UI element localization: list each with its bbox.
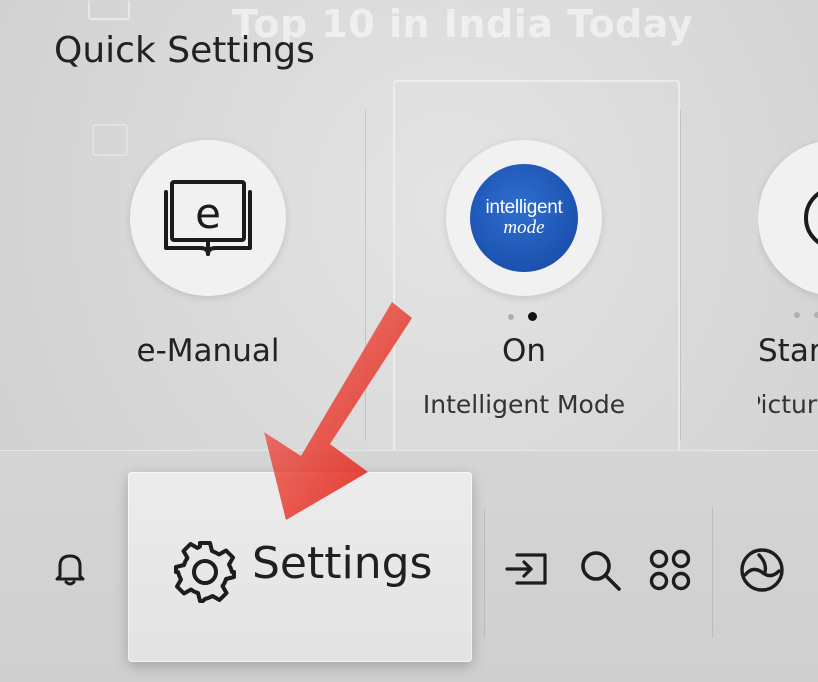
picture-mode-label: Pictur: [758, 390, 818, 419]
intelligent-mode-label: Intelligent Mode: [422, 390, 626, 419]
settings-label: Settings: [252, 538, 433, 589]
picture-mode-dots: [794, 312, 818, 318]
badge-line-2: mode: [503, 217, 545, 238]
bg-tile-shape: [92, 124, 128, 156]
bell-icon: [55, 554, 85, 586]
tv-screen: Top 10 in India Today Quick Settings e e…: [0, 0, 818, 682]
e-manual-book-icon: e: [164, 180, 252, 256]
intelligent-mode-circle: intelligent mode: [446, 140, 602, 296]
ambient-icon: [740, 548, 784, 592]
mode-indicator-dots: [508, 312, 537, 321]
tile-divider: [365, 110, 366, 440]
badge-line-1: intelligent: [485, 197, 563, 218]
quick-tile-picture-mode[interactable]: Star Pictur: [758, 130, 818, 450]
settings-gear: [168, 535, 242, 609]
search-icon: [581, 551, 621, 591]
mode-dot: [814, 312, 818, 318]
source-input-icon: [505, 553, 547, 585]
bar-divider: [484, 508, 485, 638]
bar-divider: [712, 508, 713, 638]
mode-dot: [794, 312, 800, 318]
picture-mode-circle: [758, 140, 818, 296]
intelligent-mode-state: On: [501, 333, 547, 369]
quick-tile-intelligent-mode[interactable]: intelligent mode On Intelligent Mode: [423, 130, 646, 450]
intelligent-mode-badge: intelligent mode: [470, 164, 578, 272]
e-manual-label: e-Manual: [136, 333, 280, 369]
apps-grid-icon: [649, 549, 691, 591]
svg-text:e: e: [195, 189, 221, 238]
tile-divider: [680, 110, 681, 440]
mode-dot-active: [528, 312, 537, 321]
search-button[interactable]: [576, 546, 624, 594]
e-manual-circle: e: [130, 140, 286, 296]
notifications-button[interactable]: [48, 546, 92, 590]
source-button[interactable]: [502, 546, 552, 592]
picture-mode-state: Star: [758, 333, 818, 369]
ambient-button[interactable]: [736, 544, 788, 596]
mode-dot: [508, 313, 514, 320]
apps-button[interactable]: [646, 546, 694, 594]
picture-mode-icon: [804, 191, 818, 245]
quick-tile-e-manual[interactable]: e e-Manual: [130, 130, 330, 450]
bg-tv-shape: [88, 0, 130, 20]
gear-icon: [174, 541, 236, 603]
quick-settings-title: Quick Settings: [54, 30, 315, 71]
